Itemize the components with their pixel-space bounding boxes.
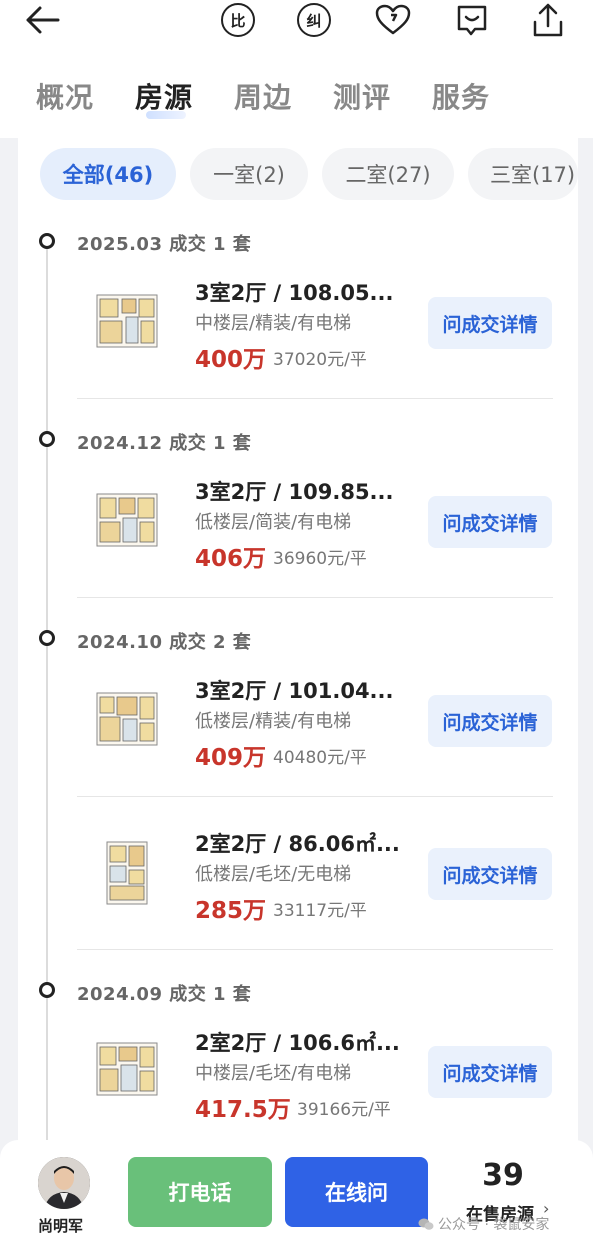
floor-plan-thumbnail[interactable] (92, 287, 162, 357)
tab-overview[interactable]: 概况 (36, 76, 94, 116)
onsale-count[interactable]: 39 (468, 1158, 538, 1193)
filter-chip-two-room[interactable]: 二室(27) (322, 148, 454, 200)
ask-deal-details-button[interactable]: 问成交详情 (428, 1046, 552, 1098)
timeline-date: 2025.03 成交 1 套 (77, 234, 252, 255)
favorite-button[interactable] (373, 0, 413, 40)
watermark: 公众号 · 袋鼠安家 (418, 1214, 549, 1234)
correct-icon: 纠 (297, 3, 331, 37)
divider (77, 597, 553, 598)
agent-avatar[interactable] (38, 1157, 90, 1209)
active-tab-indicator (146, 111, 186, 119)
listing-price: 400万 (195, 347, 267, 373)
online-chat-button[interactable]: 在线问 (285, 1157, 428, 1227)
heart-icon (375, 4, 411, 35)
listing-desc: 中楼层/精装/有电梯 (195, 313, 352, 334)
floor-plan-thumbnail[interactable] (92, 486, 162, 556)
watermark-text: 公众号 · 袋鼠安家 (438, 1217, 550, 1233)
arrow-left-icon (26, 6, 60, 34)
listing-desc: 低楼层/简装/有电梯 (195, 512, 352, 533)
timeline-date: 2024.09 成交 1 套 (77, 984, 252, 1005)
timeline-line (46, 242, 48, 1142)
listing-unit-price: 39166元/平 (297, 1100, 391, 1120)
timeline-dot (39, 982, 55, 998)
compare-icon: 比 (221, 3, 255, 37)
divider (77, 949, 553, 950)
listing-price: 406万 (195, 546, 267, 572)
listing-desc: 低楼层/毛坯/无电梯 (195, 864, 352, 885)
filter-chip-three-room[interactable]: 三室(17) (468, 148, 578, 200)
listing-unit-price: 33117元/平 (273, 901, 367, 921)
upload-icon (533, 3, 563, 37)
timeline-date: 2024.12 成交 1 套 (77, 433, 252, 454)
listing-unit-price: 36960元/平 (273, 549, 367, 569)
floor-plan-thumbnail[interactable] (92, 685, 162, 755)
message-button[interactable] (452, 0, 492, 40)
listing-title: 3室2厅 / 108.05... (195, 281, 394, 305)
agent-name: 尚明军 (38, 1217, 84, 1235)
correct-button[interactable]: 纠 (296, 0, 332, 40)
listing-price: 417.5万 (195, 1097, 291, 1123)
tab-services[interactable]: 服务 (432, 76, 490, 116)
share-button[interactable] (528, 0, 568, 40)
section-tabs: 概况 房源 周边 测评 服务 (0, 60, 593, 138)
tab-listings[interactable]: 房源 (135, 76, 193, 116)
compare-button[interactable]: 比 (220, 0, 256, 40)
timeline-dot (39, 630, 55, 646)
tab-surroundings[interactable]: 周边 (234, 76, 292, 116)
floor-plan-thumbnail[interactable] (92, 1035, 162, 1105)
listing-desc: 低楼层/精装/有电梯 (195, 711, 352, 732)
listing-title: 3室2厅 / 109.85... (195, 480, 394, 504)
chat-icon (457, 5, 487, 36)
ask-deal-details-button[interactable]: 问成交详情 (428, 848, 552, 900)
filter-chip-all[interactable]: 全部(46) (40, 148, 176, 200)
wechat-icon (418, 1218, 434, 1230)
agent-photo (38, 1157, 90, 1209)
top-bar: 比 纠 (0, 0, 593, 60)
timeline-date: 2024.10 成交 2 套 (77, 632, 252, 653)
listing-price: 409万 (195, 745, 267, 771)
listing-title: 2室2厅 / 106.6㎡... (195, 1031, 400, 1055)
listing-unit-price: 40480元/平 (273, 748, 367, 768)
ask-deal-details-button[interactable]: 问成交详情 (428, 297, 552, 349)
back-button[interactable] (20, 0, 64, 40)
listing-title: 2室2厅 / 86.06㎡... (195, 832, 400, 856)
listing-price: 285万 (195, 898, 267, 924)
ask-deal-details-button[interactable]: 问成交详情 (428, 695, 552, 747)
timeline-dot (39, 233, 55, 249)
divider (77, 398, 553, 399)
floor-plan-thumbnail[interactable] (92, 838, 162, 908)
call-button[interactable]: 打电话 (128, 1157, 272, 1227)
listing-unit-price: 37020元/平 (273, 350, 367, 370)
listing-desc: 中楼层/毛坯/有电梯 (195, 1063, 352, 1084)
tab-reviews[interactable]: 测评 (333, 76, 391, 116)
listing-title: 3室2厅 / 101.04... (195, 679, 394, 703)
filter-chip-one-room[interactable]: 一室(2) (190, 148, 308, 200)
divider (77, 796, 553, 797)
timeline-dot (39, 431, 55, 447)
ask-deal-details-button[interactable]: 问成交详情 (428, 496, 552, 548)
